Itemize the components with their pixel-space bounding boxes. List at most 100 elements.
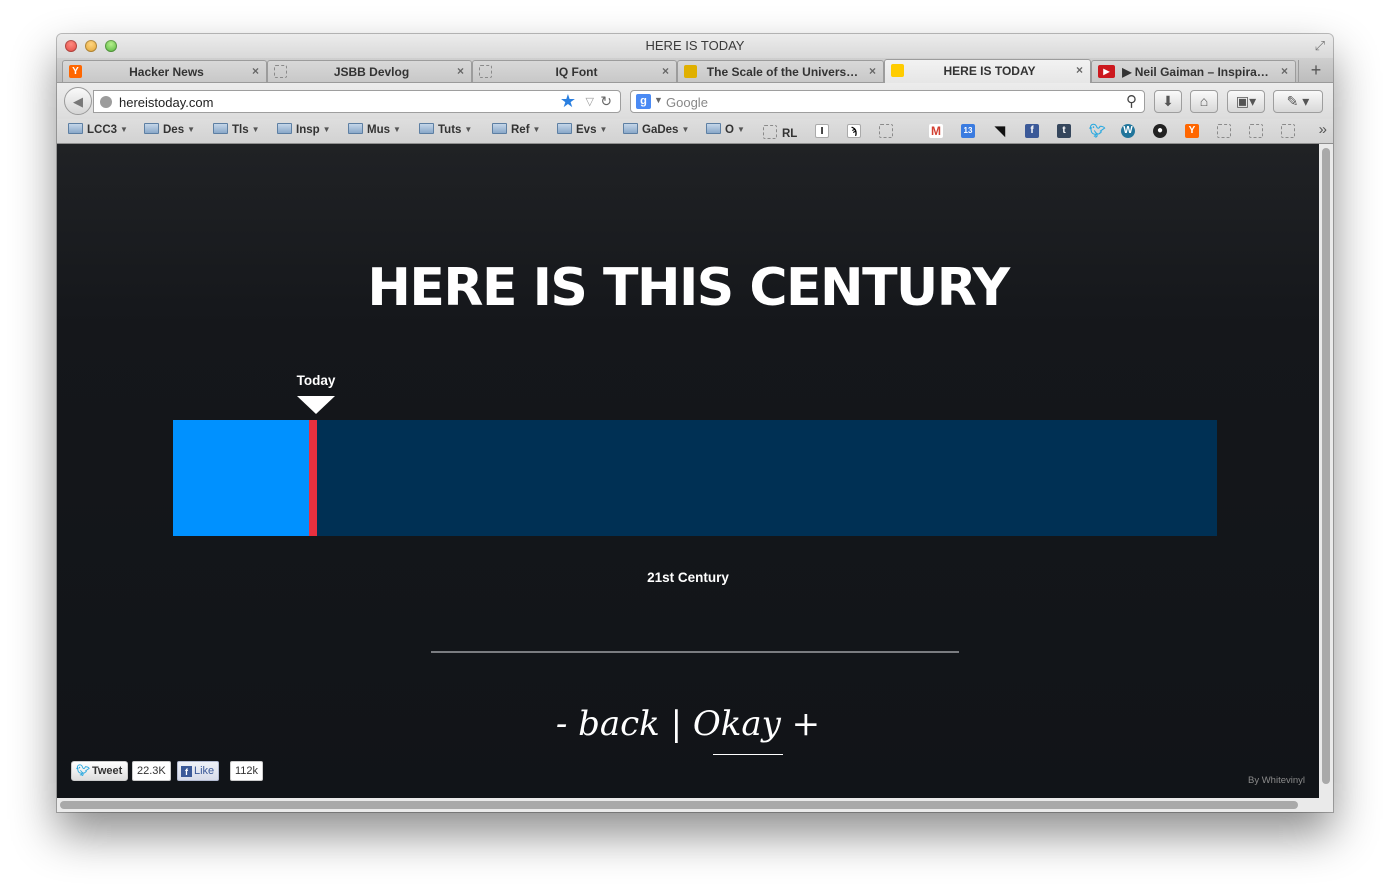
- blank-page-icon[interactable]: [1249, 124, 1263, 138]
- scrollbar-thumb[interactable]: [1322, 148, 1330, 784]
- page-content: HERE IS THIS CENTURY Today 21st Century …: [57, 144, 1319, 798]
- bookmarks-menu-button[interactable]: ▣▾: [1227, 90, 1265, 113]
- url-bar[interactable]: hereistoday.com ★ ▽ ↻: [93, 90, 621, 113]
- search-icon[interactable]: ⚲: [1126, 92, 1137, 110]
- downloads-button[interactable]: ⬇: [1154, 90, 1182, 113]
- today-label: Today: [296, 373, 336, 388]
- folder-label: Tls: [232, 124, 249, 136]
- instapaper-icon[interactable]: I: [815, 124, 829, 138]
- bookmark-folder-lcc3[interactable]: LCC3 ▼: [68, 123, 128, 139]
- facebook-icon[interactable]: f: [1025, 124, 1039, 138]
- blank-page-icon[interactable]: [1217, 124, 1231, 138]
- ycombinator-icon[interactable]: Y: [1185, 124, 1199, 138]
- close-tab-icon[interactable]: ×: [457, 64, 464, 78]
- calendar-icon[interactable]: 13: [961, 124, 975, 138]
- bookmark-star-icon[interactable]: ★: [560, 91, 576, 112]
- century-timeline-bar: [173, 420, 1217, 536]
- google-icon[interactable]: g: [636, 94, 651, 109]
- tab-neil-gaiman[interactable]: ▶ ▶ Neil Gaiman – Inspira… ×: [1091, 60, 1296, 82]
- blank-page-icon: [479, 65, 492, 78]
- nav-separator: |: [670, 704, 683, 744]
- page-favicon-icon: [891, 64, 904, 77]
- bookmark-folder-ref[interactable]: Ref ▼: [492, 123, 540, 139]
- search-placeholder[interactable]: Google: [666, 95, 708, 110]
- twitter-icon[interactable]: 🐦︎: [1089, 124, 1106, 138]
- folder-icon: [68, 123, 83, 134]
- author-credit[interactable]: By Whitevinyl: [1248, 775, 1305, 786]
- tab-label: HERE IS TODAY: [943, 64, 1036, 78]
- ycombinator-icon: Y: [69, 65, 82, 78]
- tab-hacker-news[interactable]: Y Hacker News ×: [62, 60, 267, 82]
- blank-page-icon[interactable]: [879, 124, 893, 138]
- today-pointer-icon: [297, 396, 335, 414]
- bookmark-folder-des[interactable]: Des ▼: [144, 123, 195, 139]
- site-identity-icon[interactable]: [100, 96, 112, 108]
- github-icon[interactable]: ●: [1153, 124, 1167, 138]
- tab-iq-font[interactable]: IQ Font ×: [472, 60, 677, 82]
- bookmarks-overflow-icon[interactable]: »: [1319, 121, 1327, 138]
- gmail-icon[interactable]: M: [929, 124, 943, 138]
- bookmark-folder-evs[interactable]: Evs ▼: [557, 123, 607, 139]
- timeline-caption[interactable]: 21st Century: [57, 570, 1319, 585]
- folder-icon: [348, 123, 363, 134]
- bookmark-folder-insp[interactable]: Insp ▼: [277, 123, 331, 139]
- home-button[interactable]: ⌂: [1190, 90, 1218, 113]
- tumblr-icon[interactable]: t: [1057, 124, 1071, 138]
- bookmark-rl[interactable]: RL: [763, 123, 798, 140]
- rss-icon[interactable]: ◥: [993, 124, 1007, 138]
- bookmark-folder-tls[interactable]: Tls ▼: [213, 123, 260, 139]
- bookmark-label: RL: [782, 128, 798, 140]
- bookmark-folder-mus[interactable]: Mus ▼: [348, 123, 401, 139]
- reload-icon[interactable]: ↻: [600, 93, 612, 110]
- folder-icon: [144, 123, 159, 134]
- bookmarks-toolbar: LCC3 ▼ Des ▼ Tls ▼ Insp ▼ Mus ▼ Tuts ▼ Ref ▼ Ev…: [57, 119, 1333, 144]
- history-dropdown-icon[interactable]: ▽: [586, 95, 594, 108]
- folder-icon: [623, 123, 638, 134]
- tab-scale-of-universe[interactable]: The Scale of the Univers… ×: [677, 60, 884, 82]
- back-button[interactable]: ◀: [64, 87, 92, 115]
- tab-jsbb-devlog[interactable]: JSBB Devlog ×: [267, 60, 472, 82]
- tab-bar: Y Hacker News × JSBB Devlog × IQ Font × …: [57, 58, 1333, 83]
- okay-link[interactable]: Okay: [693, 704, 781, 744]
- navigation-toolbar: ◀ hereistoday.com ★ ▽ ↻ g ▼ Google ⚲ ⬇ ⌂…: [57, 83, 1333, 119]
- chevron-down-icon: ▼: [532, 125, 541, 134]
- close-tab-icon[interactable]: ×: [252, 64, 259, 78]
- chevron-down-icon: ▼: [187, 125, 196, 134]
- addon-menu-button[interactable]: ✎ ▾: [1273, 90, 1323, 113]
- close-tab-icon[interactable]: ×: [869, 64, 876, 78]
- new-tab-button[interactable]: +: [1298, 60, 1333, 82]
- okay-underline: [713, 754, 783, 755]
- chevron-down-icon: ▼: [736, 125, 745, 134]
- back-link[interactable]: - back: [556, 704, 660, 744]
- close-tab-icon[interactable]: ×: [1076, 63, 1083, 77]
- folder-label: Ref: [511, 124, 530, 136]
- close-tab-icon[interactable]: ×: [662, 64, 669, 78]
- bookmark-folder-o[interactable]: O ▼: [706, 123, 745, 139]
- vertical-scrollbar[interactable]: [1319, 144, 1333, 798]
- chevron-down-icon: ▼: [393, 125, 401, 134]
- search-bar[interactable]: g ▼ Google ⚲: [630, 90, 1145, 113]
- tweet-button[interactable]: 🐦︎ Tweet: [71, 761, 129, 781]
- zoom-in-link[interactable]: +: [792, 704, 821, 744]
- folder-label: Des: [163, 124, 185, 136]
- fullscreen-icon[interactable]: ⤢: [1315, 38, 1325, 54]
- scrollbar-thumb[interactable]: [60, 801, 1298, 809]
- close-tab-icon[interactable]: ×: [1281, 64, 1288, 78]
- blank-page-icon: [763, 125, 777, 139]
- wordpress-icon[interactable]: W: [1121, 124, 1135, 138]
- folder-icon: [706, 123, 721, 134]
- bookmark-folder-tuts[interactable]: Tuts ▼: [419, 123, 472, 139]
- today-marker: [309, 420, 317, 536]
- horizontal-scrollbar[interactable]: [57, 798, 1333, 812]
- search-engine-dropdown-icon[interactable]: ▼: [654, 95, 663, 105]
- tab-here-is-today[interactable]: HERE IS TODAY ×: [884, 59, 1091, 83]
- evernote-icon[interactable]: ϡ: [847, 124, 861, 138]
- tweet-label: Tweet: [91, 765, 123, 777]
- bookmark-folder-gades[interactable]: GaDes ▼: [623, 123, 689, 139]
- folder-label: Evs: [576, 124, 597, 136]
- folder-label: O: [725, 124, 734, 136]
- like-button[interactable]: f Like: [177, 761, 220, 781]
- blank-page-icon[interactable]: [1281, 124, 1295, 138]
- tab-label: ▶ Neil Gaiman – Inspira…: [1122, 65, 1269, 79]
- url-text[interactable]: hereistoday.com: [119, 95, 213, 110]
